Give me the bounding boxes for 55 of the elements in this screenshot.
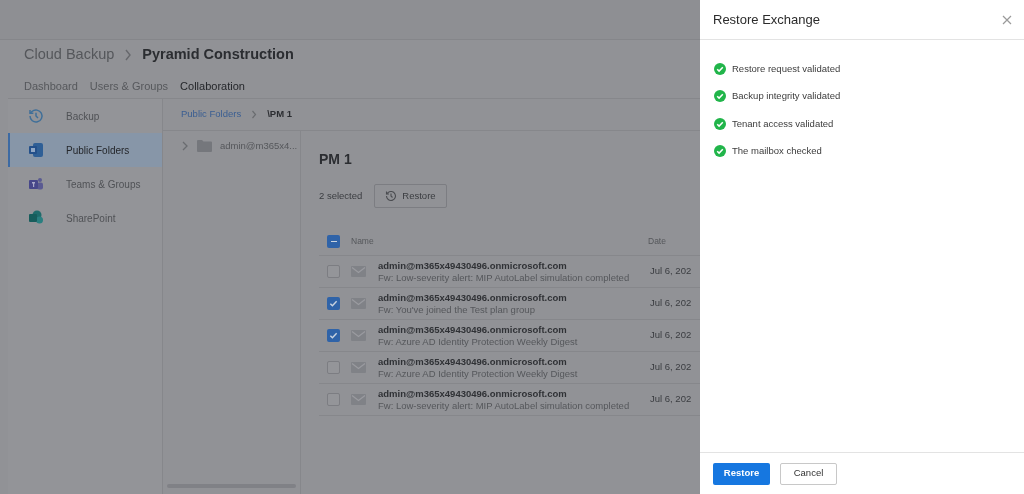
nav-tab[interactable]: Dashboard (24, 77, 78, 95)
page-title: PM 1 (319, 150, 353, 169)
envelope-icon (351, 298, 366, 309)
selection-count: 2 selected (319, 188, 363, 203)
checkbox[interactable] (327, 297, 340, 310)
message-date: Jul 6, 202 (650, 264, 693, 279)
folder-icon (197, 140, 212, 153)
step-label: Tenant access validated (732, 116, 834, 131)
sender-email: admin@m365x49430496.onmicrosoft.com (378, 291, 568, 304)
sender-email: admin@m365x49430496.onmicrosoft.com (378, 259, 568, 272)
nav-tab[interactable]: Users & Groups (89, 77, 169, 95)
breadcrumb-item: Pyramid Construction (142, 44, 294, 64)
restore-button[interactable]: Restore (713, 462, 770, 485)
envelope-icon (351, 330, 366, 341)
app-logo-icon (28, 142, 44, 158)
message-date: Jul 6, 202 (650, 296, 693, 311)
step-label: Backup integrity validated (732, 89, 841, 104)
sidebar-item[interactable]: Public Folders (8, 133, 162, 167)
close-icon[interactable] (1002, 14, 1012, 25)
checkmark-icon (329, 331, 338, 340)
checkbox[interactable] (327, 329, 340, 342)
history-icon (385, 190, 398, 202)
breadcrumb-item[interactable]: Cloud Backup (24, 43, 115, 66)
history-icon (28, 108, 44, 124)
message-date: Jul 6, 202 (650, 328, 693, 343)
sender-email: admin@m365x49430496.onmicrosoft.com (378, 355, 568, 368)
checkbox[interactable] (327, 393, 340, 406)
select-all-checkbox[interactable] (327, 235, 340, 248)
cancel-button[interactable]: Cancel (780, 462, 837, 485)
chevron-right-icon[interactable] (181, 141, 189, 152)
breadcrumb-current: \PM 1 (267, 107, 292, 122)
sidebar-item[interactable]: SharePoint (8, 201, 162, 235)
envelope-icon (351, 362, 366, 373)
message-date: Jul 6, 202 (650, 392, 693, 407)
step-label: The mailbox checked (732, 143, 822, 158)
sender-email: admin@m365x49430496.onmicrosoft.com (378, 387, 568, 400)
checkbox[interactable] (327, 265, 340, 278)
envelope-icon (351, 394, 366, 405)
drawer-title: Restore Exchange (713, 10, 820, 29)
restore-button[interactable]: Restore (374, 184, 447, 208)
checkmark-icon (329, 299, 338, 308)
breadcrumb-link[interactable]: Public Folders (181, 107, 242, 122)
app-logo-icon (28, 176, 44, 192)
tree-item[interactable]: admin@m365x4... (163, 139, 300, 154)
checkbox[interactable] (327, 361, 340, 374)
sidebar-item[interactable]: Teams & Groups (8, 167, 162, 201)
message-date: Jul 6, 202 (650, 360, 693, 375)
sidebar-item[interactable]: Backup (8, 99, 162, 133)
envelope-icon (351, 266, 366, 277)
sender-email: admin@m365x49430496.onmicrosoft.com (378, 323, 568, 336)
nav-tab[interactable]: Collaboration (180, 77, 245, 95)
chevron-right-icon (124, 48, 133, 61)
chevron-right-icon (251, 110, 258, 119)
app-logo-icon (28, 210, 44, 226)
step-label: Restore request validated (732, 62, 841, 76)
